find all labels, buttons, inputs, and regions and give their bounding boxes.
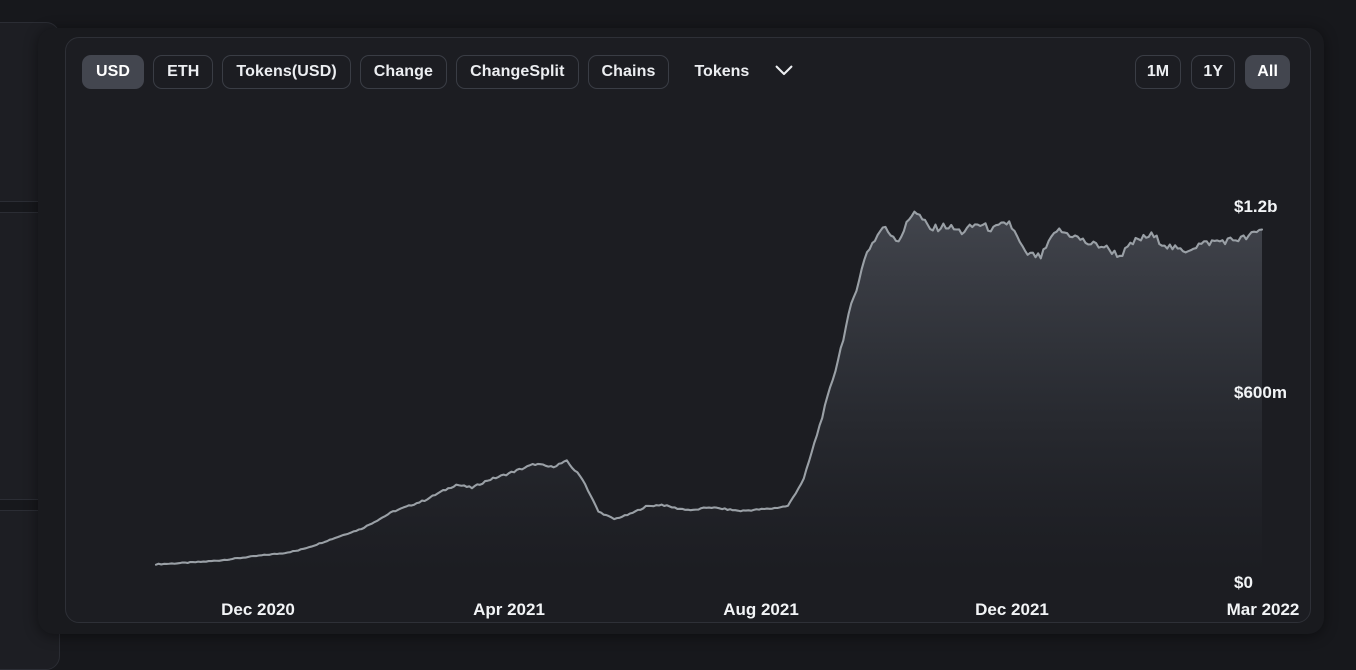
metric-button-group: USD ETH Tokens(USD) Change ChangeSplit C… <box>82 55 1135 89</box>
tokens-dropdown[interactable]: Tokens <box>682 55 803 89</box>
chevron-down-icon <box>775 63 793 81</box>
x-axis-tick-label: Aug 2021 <box>723 600 799 619</box>
metric-change-button[interactable]: Change <box>359 55 448 89</box>
range-1y-button[interactable]: 1Y <box>1191 55 1236 89</box>
tvl-area-chart <box>154 210 1264 573</box>
x-axis-tick-label: Apr 2021 <box>473 600 545 619</box>
x-axis-tick-label: Mar 2022 <box>1226 600 1300 619</box>
chart-plot-area[interactable]: $1.2b $600m $0 Dec 2020 Apr 2021 Aug 2021 D… <box>66 106 1312 624</box>
x-axis-tick-label: Dec 2021 <box>975 600 1049 619</box>
y-axis-tick-label: $600m <box>1234 383 1287 402</box>
x-axis-labels: Dec 2020 Apr 2021 Aug 2021 Dec 2021 Mar 2022 <box>66 600 1312 630</box>
y-axis-tick-label: $1.2b <box>1234 197 1278 216</box>
metric-eth-button[interactable]: ETH <box>153 55 214 89</box>
range-all-button[interactable]: All <box>1245 55 1290 89</box>
chart-toolbar: USD ETH Tokens(USD) Change ChangeSplit C… <box>66 38 1310 106</box>
metric-chains-button[interactable]: Chains <box>587 55 670 89</box>
y-axis-tick-label: $0 <box>1234 573 1253 592</box>
time-range-button-group: 1M 1Y All <box>1134 55 1290 89</box>
y-axis-labels: $1.2b $600m $0 <box>1219 106 1312 624</box>
metric-tokens-usd-button[interactable]: Tokens(USD) <box>222 55 351 89</box>
metric-change-split-button[interactable]: ChangeSplit <box>456 55 579 89</box>
chart-area-fill <box>156 211 1262 573</box>
chart-card: USD ETH Tokens(USD) Change ChangeSplit C… <box>65 37 1311 623</box>
tokens-dropdown-value: Tokens <box>694 63 750 80</box>
x-axis-tick-label: Dec 2020 <box>221 600 295 619</box>
chart-panel-outer: USD ETH Tokens(USD) Change ChangeSplit C… <box>38 28 1324 634</box>
metric-usd-button[interactable]: USD <box>82 55 145 89</box>
range-1m-button[interactable]: 1M <box>1134 55 1182 89</box>
